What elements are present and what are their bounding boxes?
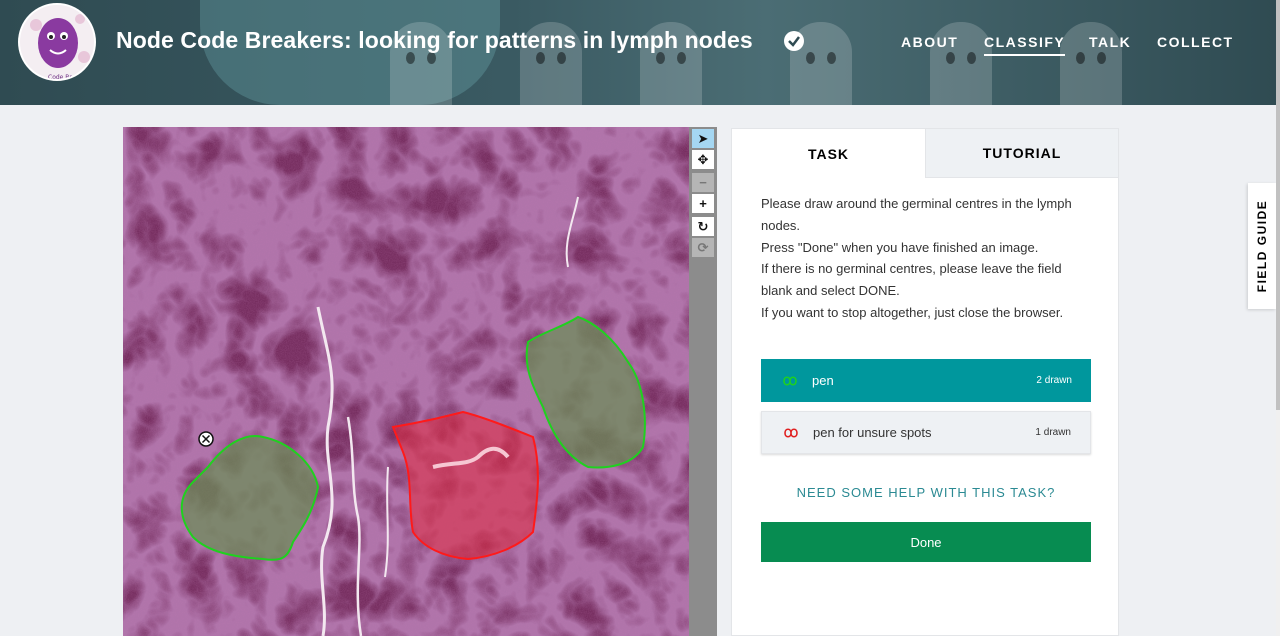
instruction-line: If you want to stop altogether, just clo… <box>761 304 1064 320</box>
nav-about[interactable]: ABOUT <box>901 34 958 50</box>
viewer-toolbar: ➤ ✥ − + ↻ ⟳ <box>689 127 717 636</box>
field-guide-tab[interactable]: FIELD GUIDE <box>1248 183 1276 309</box>
pointer-icon[interactable]: ➤ <box>692 129 714 148</box>
done-button[interactable]: Done <box>761 522 1091 562</box>
zoom-out-icon[interactable]: − <box>692 173 714 192</box>
task-help-link[interactable]: NEED SOME HELP WITH THIS TASK? <box>732 485 1120 500</box>
tab-task[interactable]: TASK <box>732 129 925 178</box>
freehand-shape-icon <box>783 375 797 386</box>
rotate-icon[interactable]: ↻ <box>692 217 714 236</box>
tab-tutorial[interactable]: TUTORIAL <box>925 129 1118 178</box>
task-panel: TASK TUTORIAL Please draw around the ger… <box>731 128 1119 636</box>
task-tabs: TASK TUTORIAL <box>732 129 1118 178</box>
tool-label: pen <box>812 373 834 388</box>
instruction-line: Press "Done" when you have finished an i… <box>761 239 1039 255</box>
tool-pen-unsure-button[interactable]: pen for unsure spots 1 drawn <box>761 411 1091 454</box>
instruction-line: If there is no germinal centres, please … <box>761 261 1062 299</box>
lymph-node-tissue-image[interactable] <box>123 127 689 636</box>
reset-icon[interactable]: ⟳ <box>692 238 714 257</box>
page-scrollbar[interactable] <box>1276 0 1280 636</box>
project-header: Code Bre Node Code Breakers: looking for… <box>0 0 1276 105</box>
project-title[interactable]: Node Code Breakers: looking for patterns… <box>116 27 753 54</box>
subject-image-viewer[interactable] <box>123 127 689 636</box>
tool-pen-button[interactable]: pen 2 drawn <box>761 359 1091 402</box>
zoom-in-icon[interactable]: + <box>692 194 714 213</box>
freehand-shape-icon <box>784 427 798 438</box>
lymph-node-mascot-icon: Code Bre <box>30 14 90 81</box>
nav-classify[interactable]: CLASSIFY <box>984 34 1066 56</box>
pan-icon[interactable]: ✥ <box>692 150 714 169</box>
scrollbar-thumb[interactable] <box>1276 0 1280 410</box>
nav-talk[interactable]: TALK <box>1089 34 1131 50</box>
instruction-line: Please draw around the germinal centres … <box>761 196 1072 233</box>
field-guide-label: FIELD GUIDE <box>1255 199 1269 293</box>
drawn-count: 1 drawn <box>1035 427 1071 438</box>
verified-check-icon <box>784 31 804 51</box>
project-avatar[interactable]: Code Bre <box>18 3 96 81</box>
drawn-count: 2 drawn <box>1036 375 1072 386</box>
task-instructions: Please draw around the germinal centres … <box>761 193 1091 324</box>
logo-text: Code Bre <box>48 74 76 81</box>
tool-label: pen for unsure spots <box>813 425 932 440</box>
nav-collect[interactable]: COLLECT <box>1157 34 1234 50</box>
